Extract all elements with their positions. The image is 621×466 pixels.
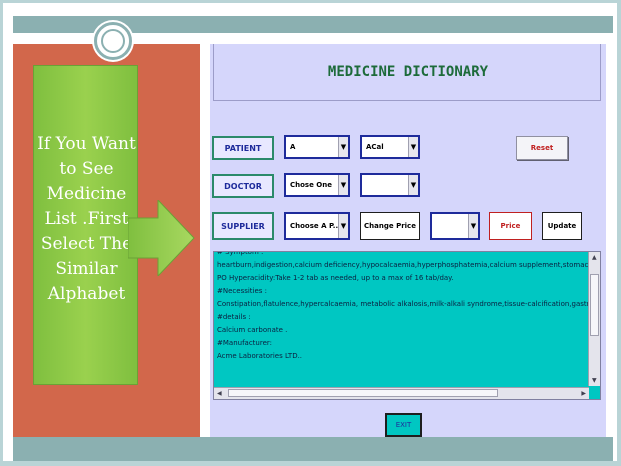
- doctor-second-select[interactable]: ▼: [360, 173, 420, 197]
- exit-button[interactable]: EXIT: [385, 413, 422, 437]
- instruction-box: If You Want to See Medicine List .First …: [33, 65, 138, 385]
- chevron-down-icon[interactable]: ▼: [338, 175, 348, 195]
- footer-band: [13, 437, 613, 461]
- detail-line: #details :: [217, 313, 251, 321]
- vertical-scroll-thumb[interactable]: [590, 274, 599, 336]
- detail-line: # Symptom :: [217, 251, 264, 256]
- details-text: # Symptom : heartburn,indigestion,calciu…: [217, 251, 601, 363]
- detail-line: Constipation,flatulence,hypercalcaemia, …: [217, 300, 596, 308]
- top-border: [0, 0, 621, 3]
- scroll-right-icon[interactable]: ▶: [581, 390, 586, 397]
- doctor-select[interactable]: Chose One ▼: [284, 173, 350, 197]
- patient-letter-select[interactable]: A ▼: [284, 135, 350, 159]
- right-arrow-icon: [128, 200, 195, 276]
- reset-button[interactable]: Reset: [516, 136, 568, 160]
- horizontal-scrollbar[interactable]: ◀ ▶: [214, 387, 589, 399]
- detail-line: #Manufacturer:: [217, 339, 272, 347]
- detail-line: Acme Laboratories LTD..: [217, 352, 303, 360]
- chevron-down-icon[interactable]: ▼: [338, 137, 348, 157]
- patient-letter-value: A: [290, 143, 296, 151]
- title-panel: MEDICINE DICTIONARY: [213, 44, 601, 101]
- bottom-border: [0, 461, 621, 466]
- left-border: [0, 0, 3, 466]
- supplier-select[interactable]: Choose A P... ▼: [284, 212, 350, 240]
- vertical-scrollbar[interactable]: ▲ ▼: [588, 252, 600, 386]
- supplier-value: Choose A P...: [290, 222, 338, 230]
- scroll-left-icon[interactable]: ◀: [217, 390, 222, 397]
- details-textarea[interactable]: # Symptom : heartburn,indigestion,calciu…: [213, 251, 601, 400]
- patient-medicine-select[interactable]: ACal ▼: [360, 135, 420, 159]
- chevron-down-icon[interactable]: ▼: [338, 214, 348, 238]
- app-title: MEDICINE DICTIONARY: [327, 64, 489, 80]
- detail-line: heartburn,indigestion,calcium deficiency…: [217, 261, 601, 269]
- update-button[interactable]: Update: [542, 212, 582, 240]
- supplier-third-select[interactable]: ▼: [430, 212, 480, 240]
- patient-medicine-value: ACal: [366, 143, 384, 151]
- patient-label: PATIENT: [212, 136, 274, 160]
- detail-line: PO Hyperacidity:Take 1-2 tab as needed, …: [217, 274, 454, 282]
- doctor-value: Chose One: [290, 181, 332, 189]
- scroll-down-icon[interactable]: ▼: [592, 377, 597, 384]
- right-border: [617, 0, 621, 466]
- chevron-down-icon[interactable]: ▼: [408, 175, 418, 195]
- ring-inner: [101, 29, 125, 53]
- supplier-label: SUPPLIER: [212, 212, 274, 240]
- doctor-label: DOCTOR: [212, 174, 274, 198]
- detail-line: #Necessities :: [217, 287, 268, 295]
- horizontal-scroll-thumb[interactable]: [228, 389, 498, 397]
- ring-icon: [94, 22, 132, 60]
- chevron-down-icon[interactable]: ▼: [408, 137, 418, 157]
- price-field[interactable]: Price: [489, 212, 532, 240]
- chevron-down-icon[interactable]: ▼: [468, 214, 478, 238]
- detail-line: Calcium carbonate .: [217, 326, 288, 334]
- change-price-button[interactable]: Change Price: [360, 212, 420, 240]
- scroll-up-icon[interactable]: ▲: [592, 254, 597, 261]
- instruction-text: If You Want to See Medicine List .First …: [37, 134, 136, 304]
